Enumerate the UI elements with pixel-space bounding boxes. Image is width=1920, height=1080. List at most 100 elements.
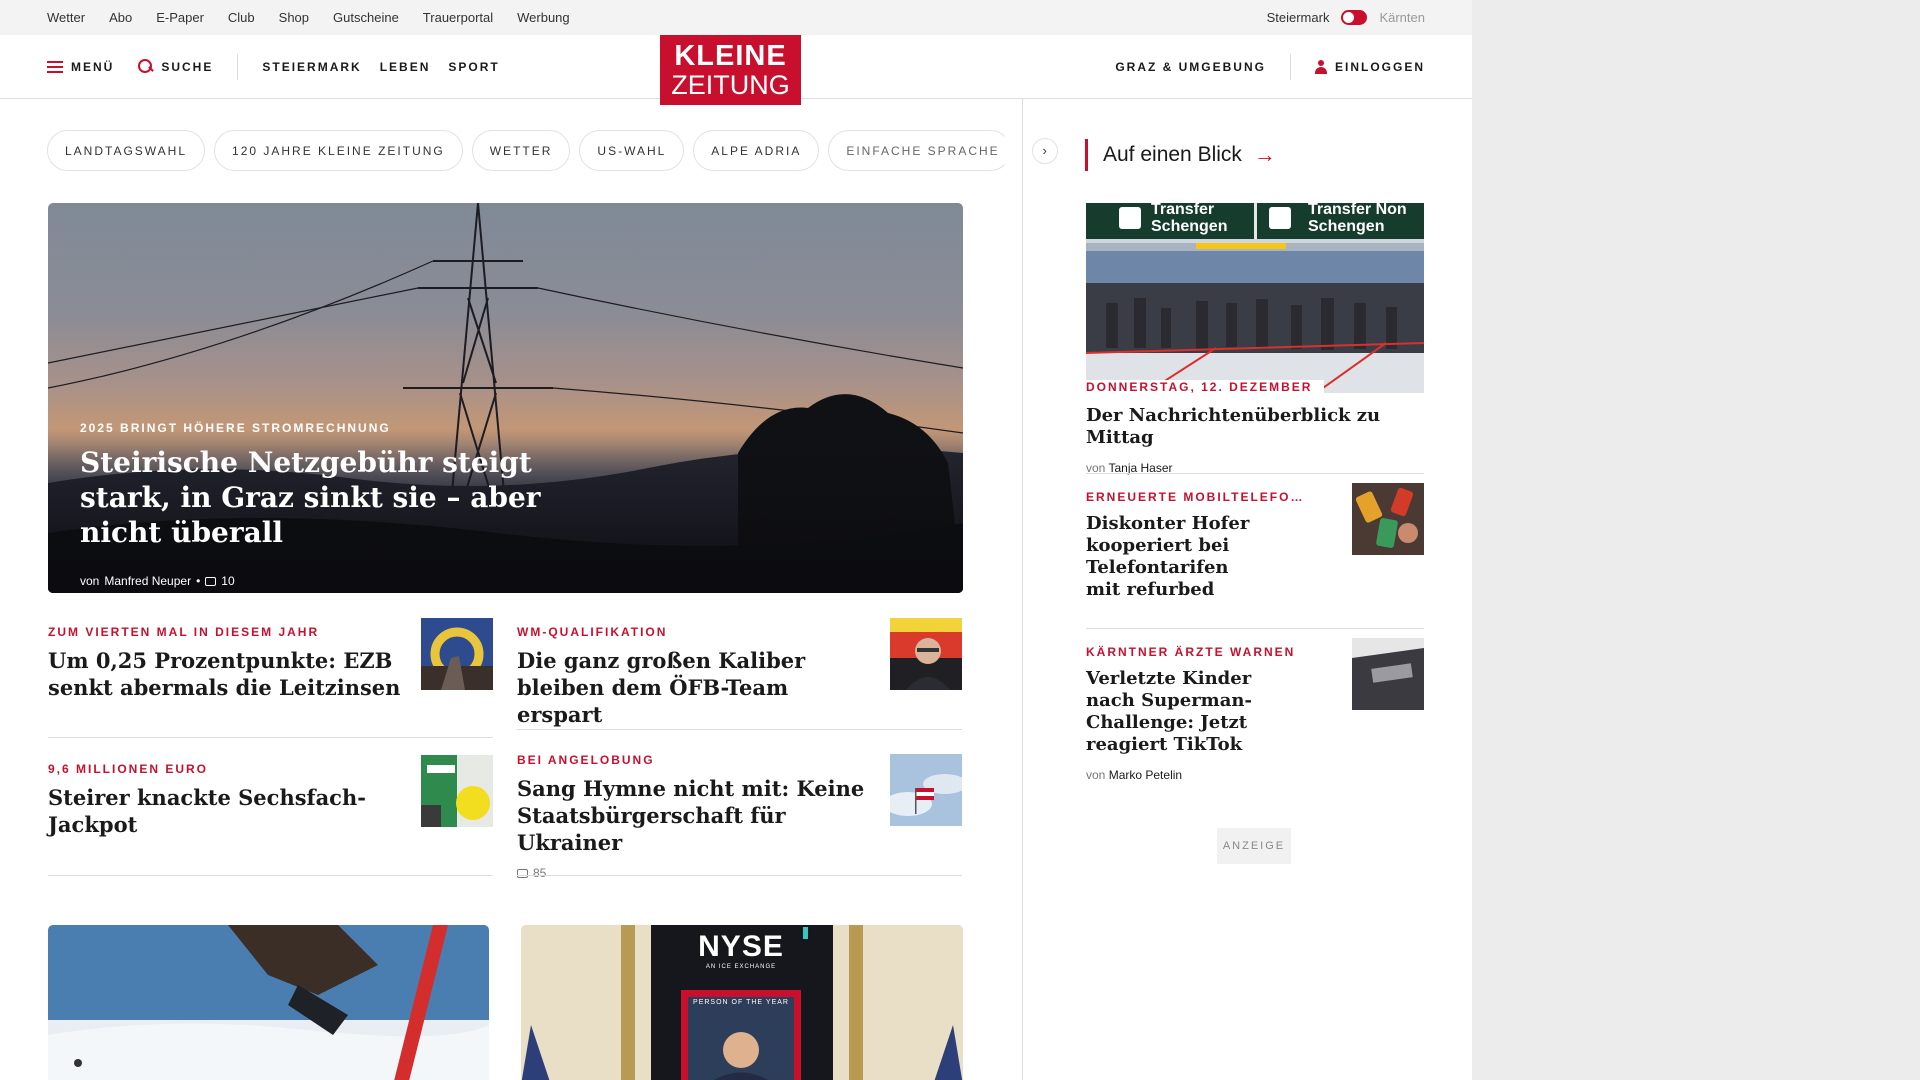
nav-steiermark[interactable]: STEIERMARK <box>262 60 361 74</box>
separator <box>517 729 962 730</box>
sidebar-article-title[interactable]: Verletzte Kinder nach Superman-Challenge… <box>1086 668 1306 756</box>
tag-120-jahre[interactable]: 120 JAHRE KLEINE ZEITUNG <box>214 130 463 171</box>
ad-label: ANZEIGE <box>1217 828 1291 864</box>
article-card[interactable]: NYSE AN ICE EXCHANGE PERSON OF THE YEAR <box>521 925 963 1080</box>
util-link-trauerportal[interactable]: Trauerportal <box>423 10 493 25</box>
utility-links: Wetter Abo E-Paper Club Shop Gutscheine … <box>47 10 570 25</box>
arrow-right-icon: → <box>1253 142 1276 167</box>
page: Wetter Abo E-Paper Club Shop Gutscheine … <box>0 0 1472 1080</box>
tag-wetter[interactable]: WETTER <box>471 130 571 171</box>
tag-landtagswahl[interactable]: LANDTAGSWAHL <box>47 130 206 171</box>
article-title[interactable]: Steirer knackte Sechsfach-Jackpot <box>48 784 408 838</box>
nav-leben[interactable]: LEBEN <box>380 60 431 74</box>
sidebar-heading[interactable]: Auf einen Blick → <box>1085 139 1276 171</box>
hero-text: 2025 BRINGT HÖHERE STROMRECHNUNG Steiris… <box>80 421 600 588</box>
sidebar-article[interactable]: ERNEUERTE MOBILTELEFO… Diskonter Hofer k… <box>1086 483 1424 601</box>
magazine-cover-label: PERSON OF THE YEAR <box>693 999 789 1006</box>
hero-meta: von Manfred Neuper • 10 <box>80 574 600 588</box>
sidebar-heading-text: Auf einen Blick <box>1103 143 1242 166</box>
hero-title[interactable]: Steirische Netzgebühr steigt stark, in G… <box>80 445 600 550</box>
separator <box>48 875 493 876</box>
local-nav-graz[interactable]: GRAZ & UMGEBUNG <box>1115 60 1266 74</box>
util-link-epaper[interactable]: E-Paper <box>156 10 204 25</box>
article-teaser[interactable]: ZUM VIERTEN MAL IN DIESEM JAHR Um 0,25 P… <box>48 618 493 701</box>
sign-schengen: Transfer Schengen <box>1151 203 1228 235</box>
tags-next-button[interactable]: › <box>1031 137 1058 164</box>
separator <box>1086 628 1424 629</box>
divider <box>237 53 239 80</box>
article-teaser[interactable]: BEI ANGELOBUNG Sang Hymne nicht mit: Kei… <box>517 753 962 880</box>
sidebar-article-author[interactable]: Marko Petelin <box>1109 768 1182 782</box>
region-alt[interactable]: Kärnten <box>1379 10 1425 25</box>
util-link-shop[interactable]: Shop <box>279 10 309 25</box>
util-link-wetter[interactable]: Wetter <box>47 10 85 25</box>
article-thumbnail[interactable] <box>421 618 493 690</box>
sign-non-schengen: Transfer Non Schengen <box>1308 203 1407 235</box>
sidebar-article-title[interactable]: Der Nachrichtenüberblick zu Mittag <box>1086 405 1424 449</box>
login-button[interactable]: EINLOGGEN <box>1314 59 1425 74</box>
user-icon <box>1314 59 1327 74</box>
tag-us-wahl[interactable]: US-WAHL <box>579 130 685 171</box>
menu-button[interactable]: MENÜ <box>47 60 114 74</box>
article-thumbnail[interactable] <box>890 754 962 826</box>
card-image <box>48 925 489 1080</box>
article-thumbnail[interactable] <box>421 755 493 827</box>
main-header: MENÜ SUCHE STEIERMARK LEBEN SPORT KLEINE… <box>0 35 1472 105</box>
article-title[interactable]: Die ganz großen Kaliber bleiben dem ÖFB-… <box>517 647 877 728</box>
byline-prefix: von <box>1086 768 1106 782</box>
topic-tags: LANDTAGSWAHL 120 JAHRE KLEINE ZEITUNG WE… <box>47 130 1058 171</box>
tag-alpe-adria[interactable]: ALPE ADRIA <box>693 130 820 171</box>
logo-line-2: ZEITUNG <box>671 70 790 100</box>
column-divider <box>1022 99 1023 1080</box>
util-link-club[interactable]: Club <box>228 10 255 25</box>
separator <box>517 875 962 876</box>
site-logo[interactable]: KLEINE ZEITUNG <box>660 35 801 105</box>
region-toggle[interactable] <box>1341 10 1368 25</box>
util-link-werbung[interactable]: Werbung <box>517 10 570 25</box>
separator <box>48 737 493 738</box>
menu-label: MENÜ <box>71 59 115 74</box>
sidebar-article-title[interactable]: Diskonter Hofer kooperiert bei Telefonta… <box>1086 513 1266 601</box>
byline-prefix: von <box>80 574 100 588</box>
region-switch: Steiermark Kärnten <box>1267 10 1425 25</box>
sidebar-article-thumbnail[interactable] <box>1352 483 1424 555</box>
hero-kicker: 2025 BRINGT HÖHERE STROMRECHNUNG <box>80 421 391 435</box>
sidebar-article[interactable]: KÄRNTNER ÄRZTE WARNEN Verletzte Kinder n… <box>1086 638 1424 782</box>
hamburger-icon <box>47 60 63 73</box>
sidebar-article[interactable]: DONNERSTAG, 12. DEZEMBER Der Nachrichten… <box>1086 378 1424 475</box>
article-title[interactable]: Sang Hymne nicht mit: Keine Staatsbürger… <box>517 775 877 856</box>
hero-article[interactable]: 2025 BRINGT HÖHERE STROMRECHNUNG Steiris… <box>48 203 963 593</box>
comment-count[interactable]: 85 <box>533 866 546 880</box>
tag-einfache-sprache[interactable]: EINFACHE SPRACHE <box>828 130 1011 171</box>
util-link-abo[interactable]: Abo <box>109 10 132 25</box>
meta-separator: • <box>196 574 201 588</box>
sidebar-lead-image[interactable]: Transfer Schengen Transfer Non Schengen <box>1086 203 1424 393</box>
nyse-logo: NYSE <box>698 930 784 963</box>
sidebar-article-meta: von Marko Petelin <box>1086 768 1424 782</box>
search-button[interactable]: SUCHE <box>138 59 213 74</box>
nyse-sign: NYSE AN ICE EXCHANGE <box>676 930 806 970</box>
comment-icon <box>517 868 528 878</box>
region-current[interactable]: Steiermark <box>1267 10 1330 25</box>
nav-sport[interactable]: SPORT <box>448 60 499 74</box>
hero-comment-count[interactable]: 10 <box>221 574 234 588</box>
article-title[interactable]: Um 0,25 Prozentpunkte: EZB senkt abermal… <box>48 647 408 701</box>
article-meta: 85 <box>517 866 962 880</box>
main-nav: STEIERMARK LEBEN SPORT <box>262 60 499 74</box>
sidebar-article-thumbnail[interactable] <box>1352 638 1424 710</box>
logo-line-1: KLEINE <box>674 40 787 72</box>
article-teaser[interactable]: 9,6 MILLIONEN EURO Steirer knackte Sechs… <box>48 755 493 838</box>
article-card[interactable] <box>48 925 489 1080</box>
comment-icon <box>205 576 217 586</box>
utility-bar: Wetter Abo E-Paper Club Shop Gutscheine … <box>0 0 1472 35</box>
separator <box>1086 473 1424 474</box>
divider <box>1289 53 1291 80</box>
login-label: EINLOGGEN <box>1334 59 1425 74</box>
hero-author[interactable]: Manfred Neuper <box>104 574 191 588</box>
nyse-subtitle: AN ICE EXCHANGE <box>705 964 777 970</box>
article-teaser[interactable]: WM-QUALIFIKATION Die ganz großen Kaliber… <box>517 618 962 728</box>
search-icon <box>138 59 153 74</box>
util-link-gutscheine[interactable]: Gutscheine <box>333 10 399 25</box>
sidebar-article-kicker: DONNERSTAG, 12. DEZEMBER <box>1086 380 1325 394</box>
article-thumbnail[interactable] <box>890 618 962 690</box>
